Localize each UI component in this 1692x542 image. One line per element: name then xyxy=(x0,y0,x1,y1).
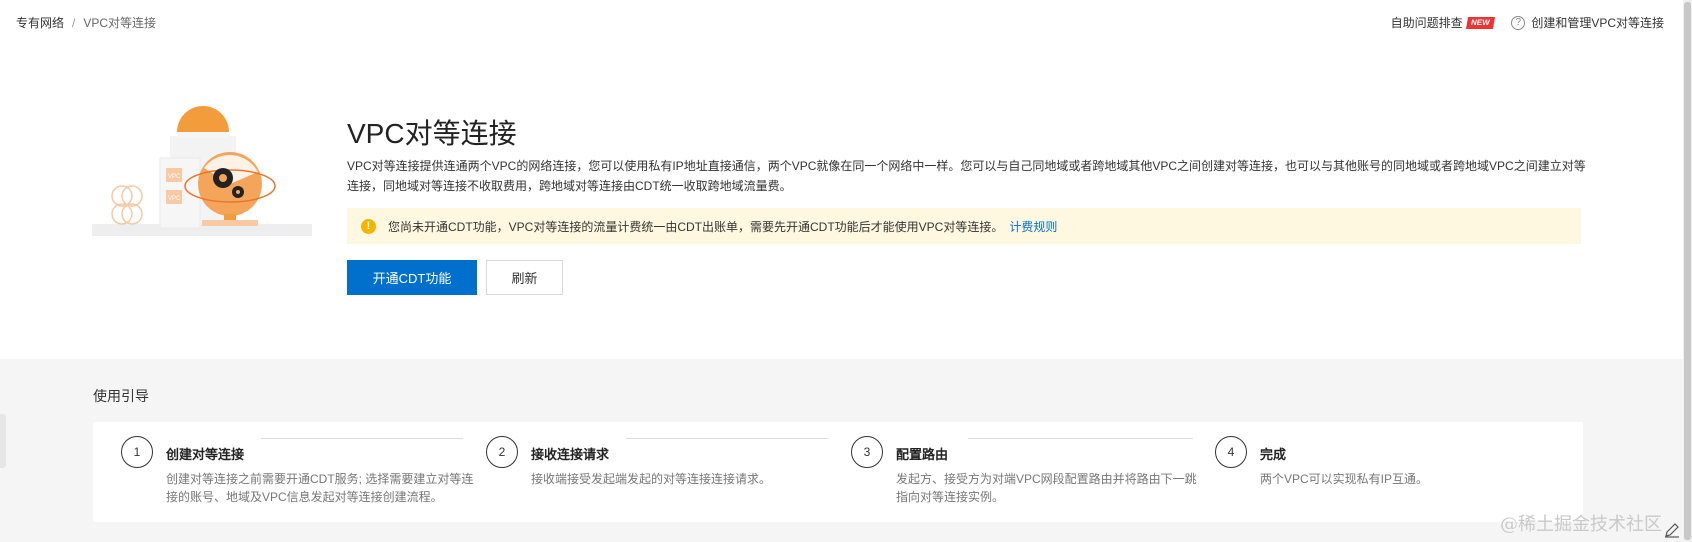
guide-steps-card: 1 创建对等连接 创建对等连接之前需要开通CDT服务; 选择需要建立对等连接的账… xyxy=(93,422,1583,522)
top-links: 自助问题排查 NEW ? 创建和管理VPC对等连接 xyxy=(1391,14,1664,31)
watermark: @稀土掘金技术社区 xyxy=(1500,514,1662,535)
step-number: 2 xyxy=(486,436,518,468)
scrollbar-thumb[interactable] xyxy=(1684,2,1691,540)
refresh-button[interactable]: 刷新 xyxy=(486,260,563,295)
question-icon: ? xyxy=(1511,15,1526,30)
enable-cdt-button[interactable]: 开通CDT功能 xyxy=(347,260,477,295)
top-bar: 专有网络 / VPC对等连接 自助问题排查 NEW ? 创建和管理VPC对等连接 xyxy=(0,0,1692,44)
step-title: 创建对等连接 xyxy=(166,447,245,462)
pencil-icon[interactable] xyxy=(1664,522,1680,538)
new-badge: NEW xyxy=(1465,16,1495,29)
notice-text: 您尚未开通CDT功能，VPC对等连接的流量计费统一由CDT出账单，需要先开通CD… xyxy=(388,219,1004,234)
page-title: VPC对等连接 xyxy=(347,118,517,149)
step-connector xyxy=(261,438,463,439)
vertical-scrollbar[interactable] xyxy=(1683,0,1692,542)
page-description: VPC对等连接提供连通两个VPC的网络连接，您可以使用私有IP地址直接通信，两个… xyxy=(347,159,1586,193)
step-connector xyxy=(626,438,828,439)
step-description: 创建对等连接之前需要开通CDT服务; 选择需要建立对等连接的账号、地域及VPC信… xyxy=(166,472,474,504)
step-connector xyxy=(968,438,1193,439)
cdt-notice: ! 您尚未开通CDT功能，VPC对等连接的流量计费统一由CDT出账单，需要先开通… xyxy=(347,208,1581,244)
step-number: 4 xyxy=(1215,436,1247,468)
hero-illustration: VPC VPC xyxy=(92,106,322,256)
step-description: 接收端接受发起端发起的对等连接连接请求。 xyxy=(531,472,772,486)
billing-rules-link[interactable]: 计费规则 xyxy=(1009,218,1057,235)
help-doc-link[interactable]: 创建和管理VPC对等连接 xyxy=(1531,14,1664,31)
troubleshoot-link[interactable]: 自助问题排查 xyxy=(1391,14,1463,31)
breadcrumb: 专有网络 / VPC对等连接 xyxy=(16,14,156,31)
breadcrumb-separator: / xyxy=(72,15,76,30)
step-description: 发起方、接受方为对端VPC网段配置路由并将路由下一跳指向对等连接实例。 xyxy=(896,472,1197,504)
usage-guide-section: 使用引导 1 创建对等连接 创建对等连接之前需要开通CDT服务; 选择需要建立对… xyxy=(0,359,1692,542)
side-collapse-handle[interactable] xyxy=(0,414,6,468)
breadcrumb-item-vpc[interactable]: 专有网络 xyxy=(16,14,64,31)
step-number: 3 xyxy=(851,436,883,468)
vpc-label-1: VPC xyxy=(168,174,181,180)
step-title: 配置路由 xyxy=(896,447,949,462)
step-number: 1 xyxy=(121,436,153,468)
step-description: 两个VPC可以实现私有IP互通。 xyxy=(1260,472,1429,486)
breadcrumb-current: VPC对等连接 xyxy=(83,16,157,30)
step-title: 接收连接请求 xyxy=(531,447,610,462)
step-title: 完成 xyxy=(1260,447,1287,462)
vpc-label-2: VPC xyxy=(168,196,181,202)
guide-title: 使用引导 xyxy=(93,388,149,404)
warning-icon: ! xyxy=(361,218,376,234)
